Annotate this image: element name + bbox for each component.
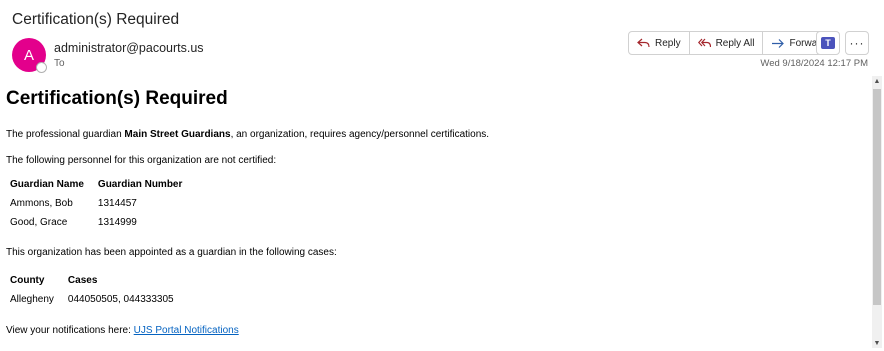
timestamp: Wed 9/18/2024 12:17 PM [760, 58, 868, 69]
cases-intro: This organization has been appointed as … [6, 247, 337, 258]
teams-button[interactable]: T [816, 31, 840, 55]
presence-status-icon [36, 62, 47, 73]
scroll-down-arrow-icon[interactable]: ▼ [872, 338, 882, 348]
sender-address[interactable]: administrator@pacourts.us [54, 41, 204, 55]
forward-icon [772, 38, 785, 48]
reply-button[interactable]: Reply [629, 32, 690, 54]
scroll-up-arrow-icon[interactable]: ▲ [872, 76, 882, 86]
organization-name: Main Street Guardians [124, 129, 231, 140]
guardian-name: Good, Grace [10, 217, 68, 228]
guardian-number: 1314999 [97, 217, 137, 228]
column-header: Guardian Name [10, 179, 84, 190]
table-header-row: Guardian Name Guardian Number [8, 179, 194, 198]
reply-all-icon [697, 38, 711, 47]
cases-table: County Cases Allegheny 044050505, 044333… [8, 275, 186, 313]
to-label: To [54, 58, 65, 69]
more-actions-button[interactable]: ··· [845, 31, 869, 55]
notifications-prefix: View your notifications here: [6, 325, 134, 336]
body-heading: Certification(s) Required [6, 88, 228, 109]
intro-suffix: , an organization, requires agency/perso… [230, 129, 490, 140]
more-icon: ··· [849, 36, 865, 50]
personnel-intro: The following personnel for this organiz… [6, 155, 277, 166]
case-numbers: 044050505, 044333305 [67, 294, 174, 305]
email-body: Certification(s) Required The profession… [6, 88, 866, 336]
reply-label: Reply [655, 37, 681, 49]
table-row: Allegheny 044050505, 044333305 [8, 294, 186, 313]
avatar-initial: A [23, 46, 34, 64]
email-subject: Certification(s) Required [12, 11, 180, 28]
guardian-number: 1314457 [97, 198, 137, 209]
reply-button-group: Reply Reply All Forward [628, 31, 836, 55]
portal-notifications-link[interactable]: UJS Portal Notifications [134, 325, 239, 336]
table-row: Good, Grace 1314999 [8, 217, 194, 236]
teams-icon: T [821, 37, 835, 49]
county: Allegheny [10, 294, 54, 305]
scrollbar-thumb[interactable] [873, 89, 881, 305]
intro-paragraph: The professional guardian Main Street Gu… [6, 129, 866, 140]
reply-icon [637, 38, 650, 47]
reply-all-button[interactable]: Reply All [690, 32, 764, 54]
column-header: Guardian Number [97, 179, 183, 190]
column-header: Cases [67, 275, 98, 286]
table-row: Ammons, Bob 1314457 [8, 198, 194, 217]
reply-all-label: Reply All [715, 37, 755, 49]
guardian-name: Ammons, Bob [10, 198, 73, 209]
personnel-table: Guardian Name Guardian Number Ammons, Bo… [8, 179, 194, 236]
table-header-row: County Cases [8, 275, 186, 294]
intro-prefix: The professional guardian [6, 129, 125, 140]
column-header: County [10, 275, 45, 286]
notifications-paragraph: View your notifications here: UJS Portal… [6, 325, 866, 336]
message-actions: Reply Reply All Forward [628, 31, 836, 55]
